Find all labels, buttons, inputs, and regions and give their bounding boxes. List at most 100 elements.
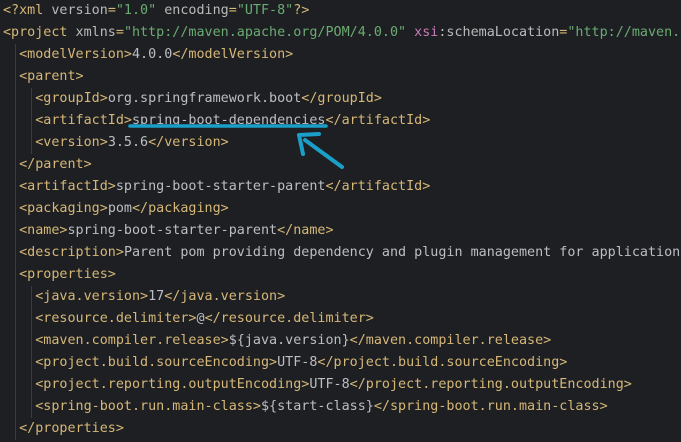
token-t: </modelVersion> [172, 47, 294, 62]
token-t: </artifactId> [325, 113, 431, 128]
token-txt: org.springframework.boot [107, 91, 302, 106]
token-t: </artifactId> [325, 179, 431, 194]
token-t: </java.version> [164, 289, 286, 304]
token-t: <groupId> [35, 91, 108, 106]
token-txt: 4.0.0 [132, 47, 173, 62]
token-ns: xsi [406, 25, 439, 40]
token-txt: ${java.version} [228, 333, 350, 348]
code-line[interactable]: <resource.delimiter>@</resource.delimite… [3, 308, 374, 330]
token-t: </spring-boot.run.main-class> [373, 399, 608, 414]
token-t: = [228, 3, 237, 18]
token-t: <spring-boot.run.main-class> [35, 399, 261, 414]
token-t: = [107, 3, 116, 18]
token-t: <project.reporting.outputEncoding> [35, 377, 310, 392]
token-t: = [115, 25, 124, 40]
token-t: <modelVersion> [19, 47, 132, 62]
code-line[interactable]: <groupId>org.springframework.boot</group… [3, 88, 382, 110]
token-t: </groupId> [301, 91, 382, 106]
token-t: </name> [277, 223, 334, 238]
token-t: <?xml [3, 3, 44, 18]
token-t: <java.version> [35, 289, 149, 304]
code-line[interactable]: <spring-boot.run.main-class>${start-clas… [3, 396, 608, 418]
token-v: "1.0" [115, 3, 157, 18]
token-t: <resource.delimiter> [35, 311, 197, 326]
token-t: <artifactId> [19, 179, 116, 194]
token-t: ?> [293, 3, 310, 18]
token-txt: spring-boot-starter-parent [115, 179, 326, 194]
token-t: <artifactId> [35, 113, 132, 128]
token-t: </project.build.sourceEncoding> [317, 355, 568, 370]
highlighted-artifact-id: spring-boot-dependencies [132, 113, 326, 128]
code-line[interactable]: <modelVersion>4.0.0</modelVersion> [3, 44, 293, 66]
token-t: <project [3, 25, 68, 40]
token-t: <parent> [19, 69, 84, 84]
token-a: xmlns [67, 25, 116, 40]
token-txt: ${start-class} [260, 399, 374, 414]
code-line[interactable]: <project xmlns="http://maven.apache.org/… [3, 22, 681, 44]
code-line[interactable]: <maven.compiler.release>${java.version}<… [3, 330, 551, 352]
code-line[interactable]: </properties> [3, 418, 124, 440]
code-line[interactable]: <properties> [3, 264, 116, 286]
token-a: :schemaLocation [438, 25, 560, 40]
token-t: <description> [19, 245, 124, 260]
token-v: "UTF-8" [236, 3, 294, 18]
token-t: </properties> [19, 421, 124, 436]
code-line[interactable]: <project.reporting.outputEncoding>UTF-8<… [3, 374, 632, 396]
token-t: </project.reporting.outputEncoding> [349, 377, 632, 392]
token-t: <project.build.sourceEncoding> [35, 355, 278, 370]
token-a: encoding [156, 3, 229, 18]
token-a: version [43, 3, 108, 18]
code-line[interactable]: <artifactId>spring-boot-starter-parent</… [3, 176, 430, 198]
token-v: "http://maven.apache.org/POM/4.0.0" [123, 25, 407, 40]
token-t: <packaging> [19, 201, 108, 216]
token-t: </parent> [19, 157, 92, 172]
token-txt: pom [107, 201, 132, 216]
token-t: </packaging> [132, 201, 229, 216]
token-v: "http://maven.a [567, 25, 681, 40]
token-txt: spring-boot-starter-parent [67, 223, 278, 238]
token-t: <maven.compiler.release> [35, 333, 229, 348]
code-line[interactable]: <parent> [3, 66, 84, 88]
code-line[interactable]: <description>Parent pom providing depend… [3, 242, 681, 264]
code-line[interactable]: <name>spring-boot-starter-parent</name> [3, 220, 334, 242]
token-t: <name> [19, 223, 68, 238]
code-line[interactable]: <project.build.sourceEncoding>UTF-8</pro… [3, 352, 567, 374]
token-txt: UTF-8 [277, 355, 318, 370]
token-txt: 17 [148, 289, 165, 304]
code-line[interactable]: <version>3.5.6</version> [3, 132, 229, 154]
token-t: </resource.delimiter> [204, 311, 374, 326]
token-txt: UTF-8 [309, 377, 350, 392]
token-t: <version> [35, 135, 108, 150]
token-t: </maven.compiler.release> [349, 333, 552, 348]
token-txt: Parent pom providing dependency and plug… [123, 245, 681, 260]
code-line[interactable]: </parent> [3, 154, 92, 176]
code-line[interactable]: <java.version>17</java.version> [3, 286, 285, 308]
code-line[interactable]: <?xml version="1.0" encoding="UTF-8"?> [3, 0, 309, 22]
token-t: </version> [148, 135, 229, 150]
token-txt: @ [196, 311, 205, 326]
token-txt: 3.5.6 [107, 135, 149, 150]
code-line[interactable]: <artifactId>spring-boot-dependencies</ar… [3, 110, 430, 132]
token-t: <properties> [19, 267, 116, 282]
code-line[interactable]: <packaging>pom</packaging> [3, 198, 229, 220]
code-editor[interactable]: <?xml version="1.0" encoding="UTF-8"?> <p… [0, 0, 681, 442]
arrow-icon [297, 132, 344, 169]
